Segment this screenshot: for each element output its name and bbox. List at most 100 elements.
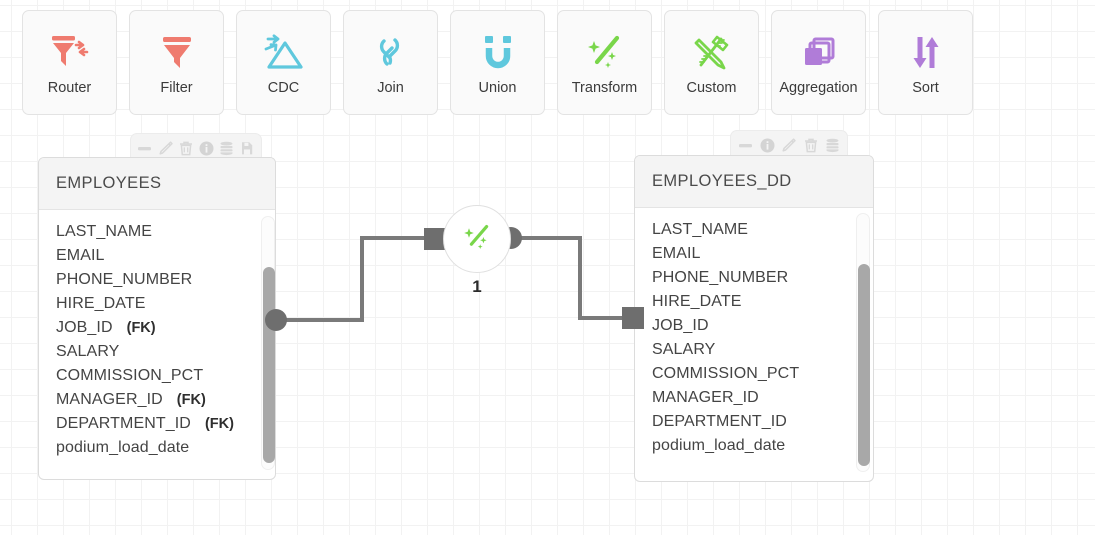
column-name: PHONE_NUMBER — [652, 269, 789, 286]
column-row[interactable]: EMAIL — [652, 242, 873, 266]
aggregation-icon — [799, 29, 839, 75]
column-name: HIRE_DATE — [56, 295, 146, 312]
router-icon — [49, 29, 91, 75]
palette-item-label: Sort — [912, 80, 939, 97]
column-key: (FK) — [204, 416, 234, 432]
column-row[interactable]: MANAGER_ID — [652, 386, 873, 410]
palette-item-label: Union — [478, 80, 517, 97]
column-name: COMMISSION_PCT — [56, 367, 204, 384]
column-name: COMMISSION_PCT — [652, 365, 800, 382]
edge-transform-to-target — [512, 236, 644, 320]
palette-item-label: Router — [47, 80, 92, 97]
source-node-scrollbar-thumb[interactable] — [263, 267, 275, 463]
column-name: podium_load_date — [56, 439, 190, 456]
target-node-title: EMPLOYEES_DD — [652, 172, 792, 190]
palette-item-custom[interactable]: Custom — [664, 10, 759, 115]
trash-icon[interactable] — [177, 138, 195, 159]
source-node-title: EMPLOYEES — [56, 174, 162, 192]
target-node-scrollbar[interactable] — [856, 213, 870, 472]
column-row[interactable]: LAST_NAME — [652, 218, 873, 242]
target-node-box[interactable]: EMPLOYEES_DD LAST_NAME EMAIL PHONE_NUMBE… — [634, 155, 874, 482]
column-name: SALARY — [56, 343, 120, 360]
column-name: JOB_ID — [652, 317, 709, 334]
custom-icon — [691, 29, 733, 75]
minus-icon[interactable] — [136, 138, 154, 159]
column-name: MANAGER_ID — [56, 391, 163, 408]
column-name: EMAIL — [56, 247, 105, 264]
flow-canvas[interactable]: Router Filter CDC Join Union Transform C… — [0, 0, 1095, 535]
palette-item-join[interactable]: Join — [343, 10, 438, 115]
column-row[interactable]: SALARY — [652, 338, 873, 362]
palette-item-sort[interactable]: Sort — [878, 10, 973, 115]
trash-icon[interactable] — [801, 135, 820, 156]
column-name: podium_load_date — [652, 437, 786, 454]
database-icon[interactable] — [823, 135, 842, 156]
column-name: DEPARTMENT_ID — [56, 415, 191, 432]
column-row[interactable]: podium_load_date — [652, 434, 873, 458]
target-node-header: EMPLOYEES_DD — [635, 156, 873, 208]
cdc-icon — [263, 29, 305, 75]
target-input-port[interactable] — [622, 307, 644, 329]
source-node-box[interactable]: EMPLOYEES LAST_NAME EMAIL PHONE_NUMBER H… — [38, 157, 276, 480]
palette-item-aggregation[interactable]: Aggregation — [771, 10, 866, 115]
info-icon[interactable] — [198, 138, 216, 159]
column-row[interactable]: podium_load_date — [56, 436, 275, 460]
file-icon[interactable] — [239, 138, 257, 159]
transform-palette: Router Filter CDC Join Union Transform C… — [22, 10, 973, 115]
palette-item-label: Join — [377, 80, 404, 97]
column-row[interactable]: HIRE_DATE — [652, 290, 873, 314]
source-node-header: EMPLOYEES — [39, 158, 275, 210]
column-row[interactable]: MANAGER_ID (FK) — [56, 388, 275, 412]
column-name: LAST_NAME — [652, 221, 749, 238]
column-row[interactable]: DEPARTMENT_ID (FK) — [56, 412, 275, 436]
pencil-icon[interactable] — [157, 138, 175, 159]
palette-item-filter[interactable]: Filter — [129, 10, 224, 115]
column-row[interactable]: HIRE_DATE — [56, 292, 275, 316]
column-name: DEPARTMENT_ID — [652, 413, 787, 430]
column-row[interactable]: PHONE_NUMBER — [652, 266, 873, 290]
column-name: LAST_NAME — [56, 223, 153, 240]
palette-item-transform[interactable]: Transform — [557, 10, 652, 115]
column-row[interactable]: PHONE_NUMBER — [56, 268, 275, 292]
minus-icon[interactable] — [736, 135, 755, 156]
source-node-scrollbar[interactable] — [261, 216, 275, 470]
transform-icon — [584, 29, 626, 75]
source-node-columns: LAST_NAME EMAIL PHONE_NUMBER HIRE_DATE J… — [39, 210, 275, 479]
filter-icon — [159, 29, 195, 75]
palette-item-router[interactable]: Router — [22, 10, 117, 115]
transform-node-label: 1 — [472, 277, 482, 296]
column-row[interactable]: JOB_ID (FK) — [56, 316, 275, 340]
transform-icon — [460, 221, 494, 258]
column-key: (FK) — [126, 320, 156, 336]
column-row[interactable]: EMAIL — [56, 244, 275, 268]
column-name: MANAGER_ID — [652, 389, 759, 406]
join-icon — [371, 29, 411, 75]
column-row[interactable]: COMMISSION_PCT — [652, 362, 873, 386]
column-name: EMAIL — [652, 245, 701, 262]
union-icon — [480, 29, 516, 75]
palette-item-label: Transform — [571, 80, 638, 97]
column-name: PHONE_NUMBER — [56, 271, 193, 288]
palette-item-cdc[interactable]: CDC — [236, 10, 331, 115]
edge-source-to-transform — [276, 236, 450, 322]
target-node-scrollbar-thumb[interactable] — [858, 264, 870, 466]
column-row[interactable]: JOB_ID — [652, 314, 873, 338]
palette-item-label: Aggregation — [779, 80, 858, 97]
source-output-port[interactable] — [265, 309, 287, 331]
column-row[interactable]: DEPARTMENT_ID — [652, 410, 873, 434]
pencil-icon[interactable] — [780, 135, 799, 156]
column-name: HIRE_DATE — [652, 293, 742, 310]
palette-item-union[interactable]: Union — [450, 10, 545, 115]
target-node-columns: LAST_NAME EMAIL PHONE_NUMBER HIRE_DATE J… — [635, 208, 873, 481]
palette-item-label: Custom — [686, 80, 737, 97]
palette-item-label: Filter — [160, 80, 193, 97]
column-row[interactable]: SALARY — [56, 340, 275, 364]
transform-node-circle[interactable] — [443, 205, 511, 273]
column-row[interactable]: COMMISSION_PCT — [56, 364, 275, 388]
column-row[interactable]: LAST_NAME — [56, 220, 275, 244]
column-name: SALARY — [652, 341, 716, 358]
column-name: JOB_ID — [56, 319, 113, 336]
sort-icon — [908, 29, 944, 75]
info-icon[interactable] — [758, 135, 777, 156]
database-icon[interactable] — [218, 138, 236, 159]
